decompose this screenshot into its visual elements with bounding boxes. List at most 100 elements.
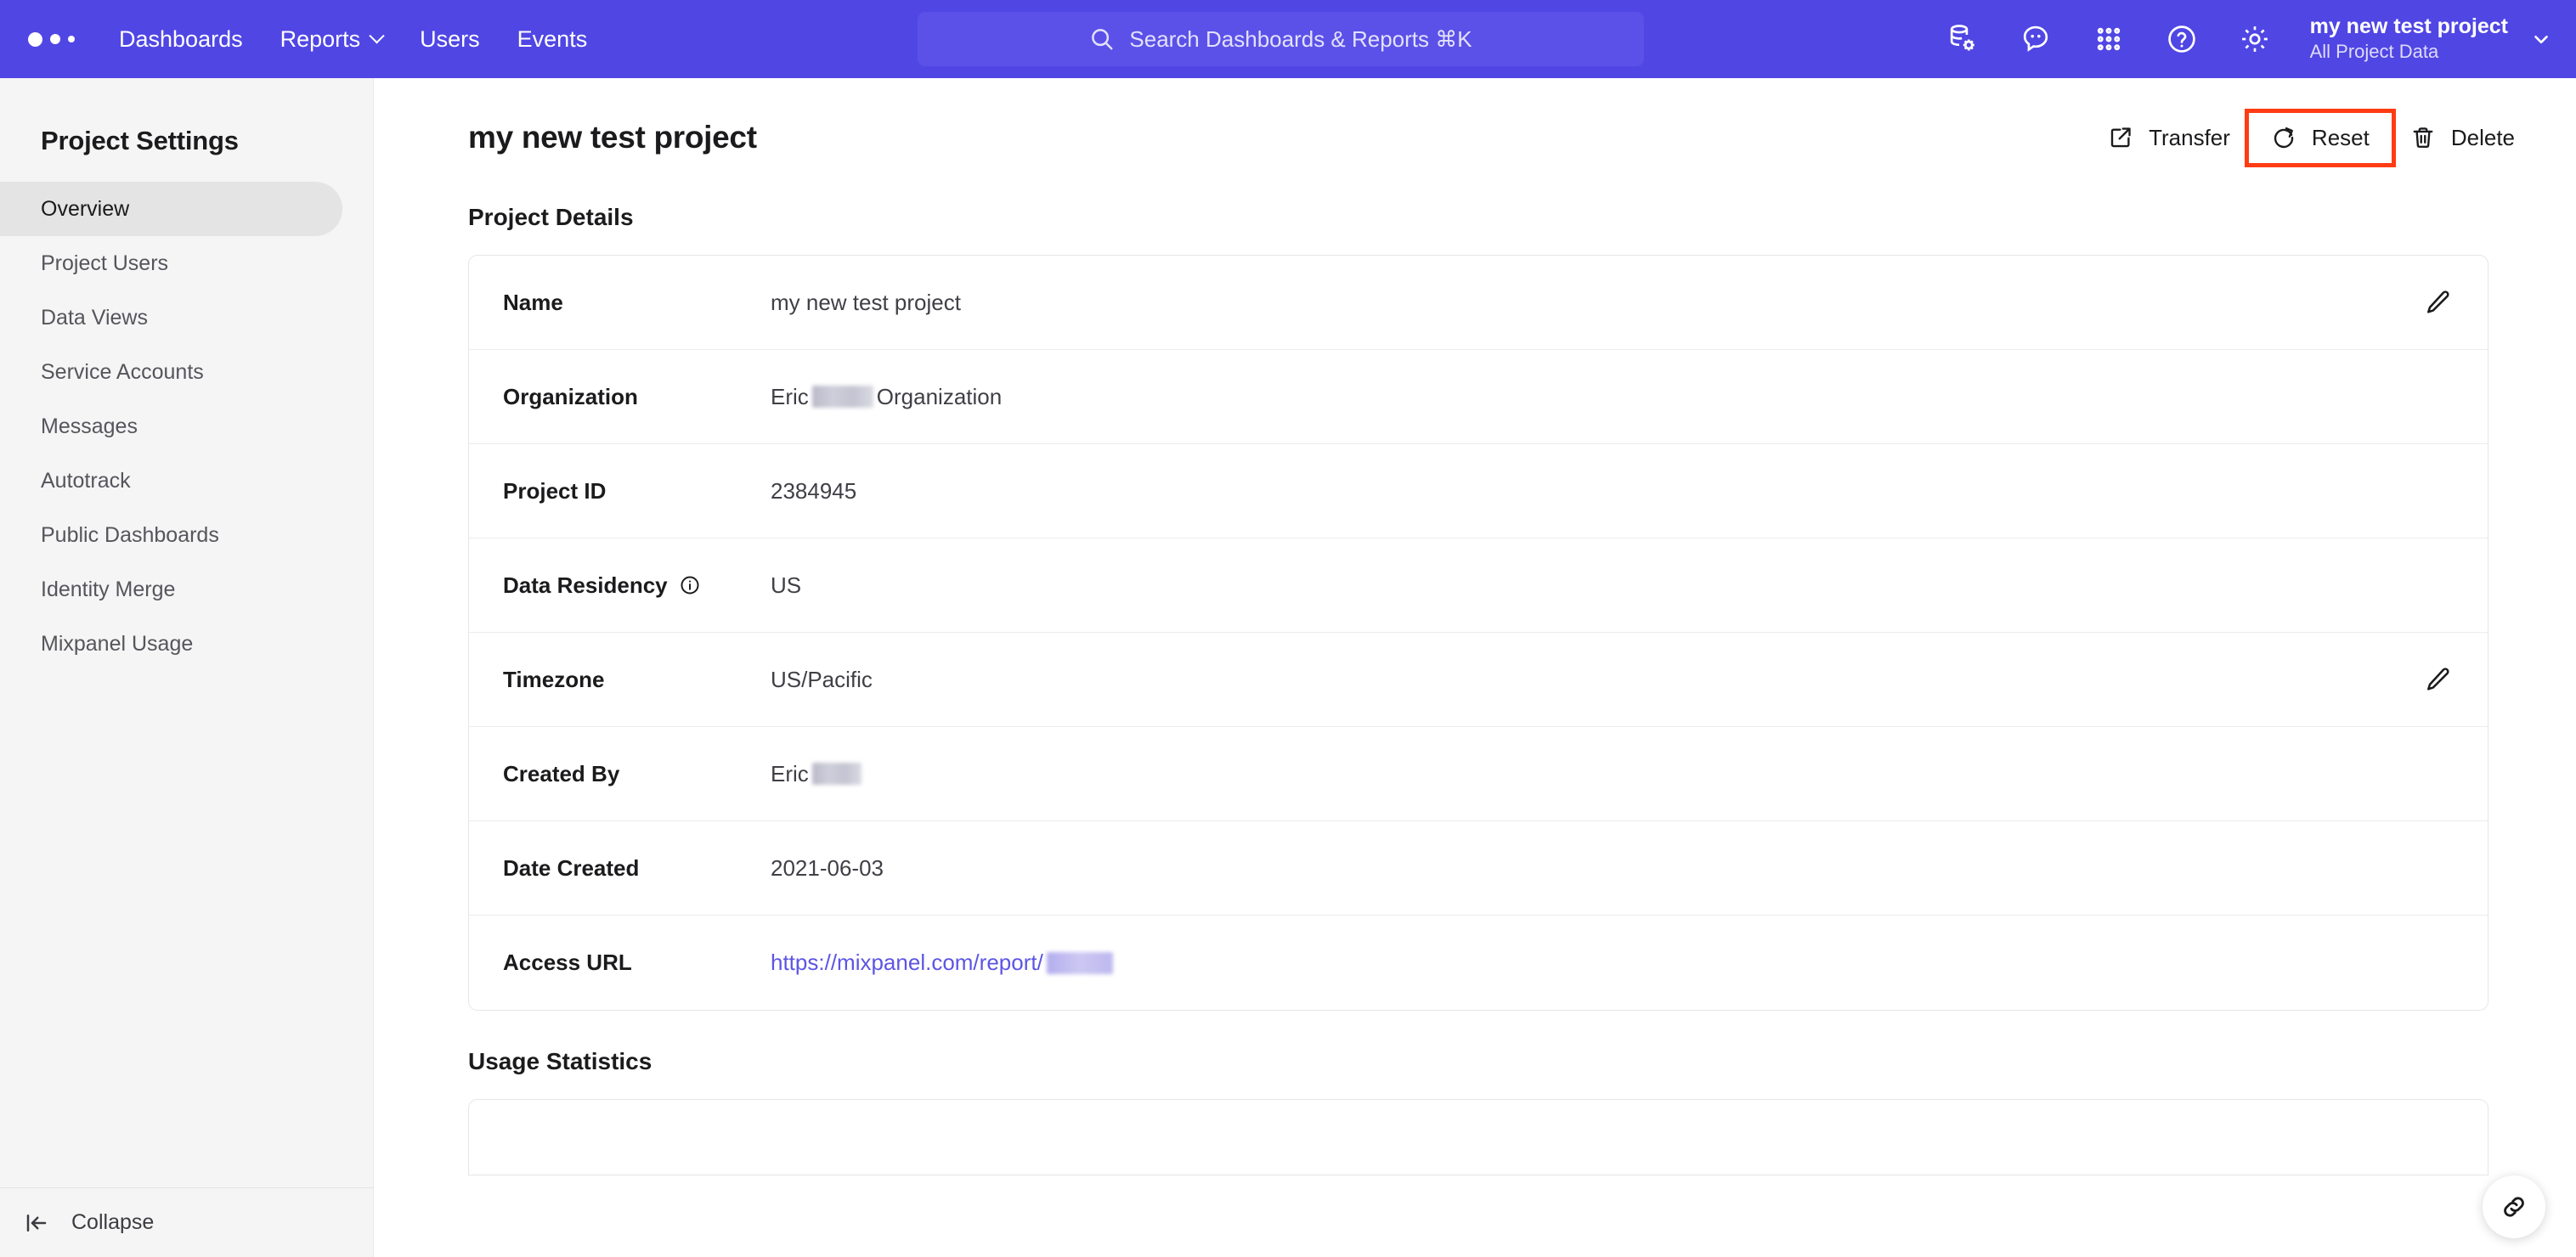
logo-dot-large (28, 31, 42, 47)
detail-label: Data Residency (503, 572, 668, 598)
sidebar-item-project-users[interactable]: Project Users (0, 236, 342, 290)
detail-value-suffix: Organization (876, 383, 1003, 409)
detail-value: 2384945 (771, 477, 857, 504)
detail-value: Eric Organization (771, 384, 1002, 410)
detail-label: Created By (503, 760, 620, 786)
sidebar-item-service-accounts[interactable]: Service Accounts (0, 345, 342, 399)
page-actions: Transfer Reset Delete (2089, 108, 2534, 167)
project-details-card: Name my new test project Organization Er… (468, 255, 2488, 1011)
logo-dot-medium (50, 34, 60, 44)
pencil-icon (2427, 290, 2449, 313)
settings-sidebar: Project Settings Overview Project Users … (0, 78, 374, 1257)
detail-row-date-created: Date Created 2021-06-03 (469, 821, 2488, 916)
sidebar-item-label: Public Dashboards (41, 522, 219, 547)
collapse-sidebar-button[interactable]: Collapse (0, 1187, 373, 1257)
chevron-down-icon (2534, 35, 2548, 44)
search-icon (1092, 29, 1113, 50)
refresh-icon (2274, 127, 2294, 149)
redacted-block (811, 763, 861, 785)
mixpanel-logo[interactable] (28, 31, 75, 47)
external-link-icon (2110, 127, 2131, 148)
detail-row-created-by: Created By Eric (469, 727, 2488, 821)
detail-row-timezone: Timezone US/Pacific (469, 633, 2488, 727)
gear-icon[interactable] (2218, 0, 2291, 78)
sidebar-item-messages[interactable]: Messages (0, 399, 342, 454)
chevron-down-icon (369, 27, 385, 43)
sidebar-item-data-views[interactable]: Data Views (0, 290, 342, 345)
usage-statistics-heading: Usage Statistics (468, 1048, 652, 1074)
access-url-link[interactable]: https://mixpanel.com/report/ (771, 950, 1116, 976)
detail-row-name: Name my new test project (469, 256, 2488, 350)
detail-row-project-id: Project ID 2384945 (469, 444, 2488, 538)
redacted-block (811, 386, 873, 408)
sidebar-item-label: Project Users (41, 251, 169, 275)
usage-statistics-card (468, 1099, 2488, 1175)
help-circle-icon[interactable] (2145, 0, 2218, 78)
project-switcher-name: my new test project (2309, 14, 2508, 39)
feedback-bubble-icon[interactable] (1999, 0, 2072, 78)
nav-link-reports[interactable]: Reports (280, 25, 385, 53)
detail-value-prefix: Eric (771, 760, 809, 786)
reset-button[interactable]: Reset (2244, 108, 2396, 167)
project-details-heading: Project Details (468, 204, 634, 230)
detail-value-prefix: https://mixpanel.com/report/ (771, 950, 1043, 975)
nav-link-events[interactable]: Events (517, 26, 588, 53)
transfer-button[interactable]: Transfer (2089, 113, 2249, 163)
detail-label-wrap: Data Residency (503, 572, 749, 599)
delete-label: Delete (2450, 124, 2515, 150)
sidebar-item-label: Messages (41, 414, 138, 438)
detail-label: Date Created (503, 854, 640, 881)
reset-label: Reset (2311, 124, 2370, 150)
detail-value: US/Pacific (771, 666, 873, 692)
info-icon[interactable] (679, 574, 701, 596)
detail-row-organization: Organization Eric Organization (469, 350, 2488, 444)
nav-link-label: Users (420, 25, 480, 52)
nav-link-users[interactable]: Users (420, 26, 480, 53)
top-nav-right-cluster: my new test project All Project Data (1926, 0, 2552, 78)
sidebar-item-autotrack[interactable]: Autotrack (0, 454, 342, 508)
sidebar-item-public-dashboards[interactable]: Public Dashboards (0, 508, 342, 562)
apps-grid-icon[interactable] (2072, 0, 2145, 78)
nav-link-dashboards[interactable]: Dashboards (119, 26, 243, 53)
sidebar-item-mixpanel-usage[interactable]: Mixpanel Usage (0, 617, 342, 671)
collapse-left-icon (26, 1214, 47, 1232)
edit-name-button[interactable] (2425, 289, 2452, 316)
detail-label: Name (503, 289, 563, 315)
detail-label: Timezone (503, 666, 605, 692)
page-title: my new test project (468, 120, 757, 155)
collapse-label: Collapse (71, 1210, 155, 1234)
nav-link-label: Reports (280, 25, 361, 52)
detail-label: Access URL (503, 950, 632, 975)
detail-value: Eric (771, 761, 865, 787)
top-navigation-bar: Dashboards Reports Users Events Search D… (0, 0, 2576, 78)
sidebar-item-label: Overview (41, 196, 130, 221)
redacted-block (1046, 951, 1113, 974)
search-input[interactable]: Search Dashboards & Reports ⌘K (918, 12, 1644, 66)
copy-link-button[interactable] (2483, 1175, 2545, 1238)
detail-value: US (771, 572, 802, 598)
detail-row-access-url: Access URL https://mixpanel.com/report/ (469, 916, 2488, 1010)
nav-link-label: Dashboards (119, 25, 243, 52)
detail-value-prefix: Eric (771, 383, 809, 409)
sidebar-nav-list: Overview Project Users Data Views Servic… (0, 182, 373, 671)
detail-label: Project ID (503, 477, 607, 504)
page-header: my new test project Transfer Reset Delet… (375, 78, 2576, 197)
detail-row-data-residency: Data Residency US (469, 538, 2488, 633)
sidebar-item-label: Data Views (41, 305, 148, 330)
project-switcher-dataview: All Project Data (2309, 41, 2439, 63)
detail-label: Organization (503, 383, 638, 409)
detail-value: 2021-06-03 (771, 854, 884, 881)
sidebar-item-label: Identity Merge (41, 577, 176, 601)
nav-link-label: Events (517, 25, 588, 52)
project-switcher[interactable]: my new test project All Project Data (2310, 14, 2552, 65)
link-icon (2504, 1197, 2524, 1217)
delete-button[interactable]: Delete (2392, 113, 2534, 163)
sidebar-item-overview[interactable]: Overview (0, 182, 342, 236)
sidebar-item-identity-merge[interactable]: Identity Merge (0, 562, 342, 617)
search-placeholder: Search Dashboards & Reports ⌘K (1129, 25, 1472, 52)
logo-dot-small (68, 36, 75, 42)
database-gear-icon[interactable] (1926, 0, 1999, 78)
detail-value: my new test project (771, 289, 961, 315)
edit-timezone-button[interactable] (2425, 666, 2452, 693)
main-content: my new test project Transfer Reset Delet… (375, 78, 2576, 1257)
